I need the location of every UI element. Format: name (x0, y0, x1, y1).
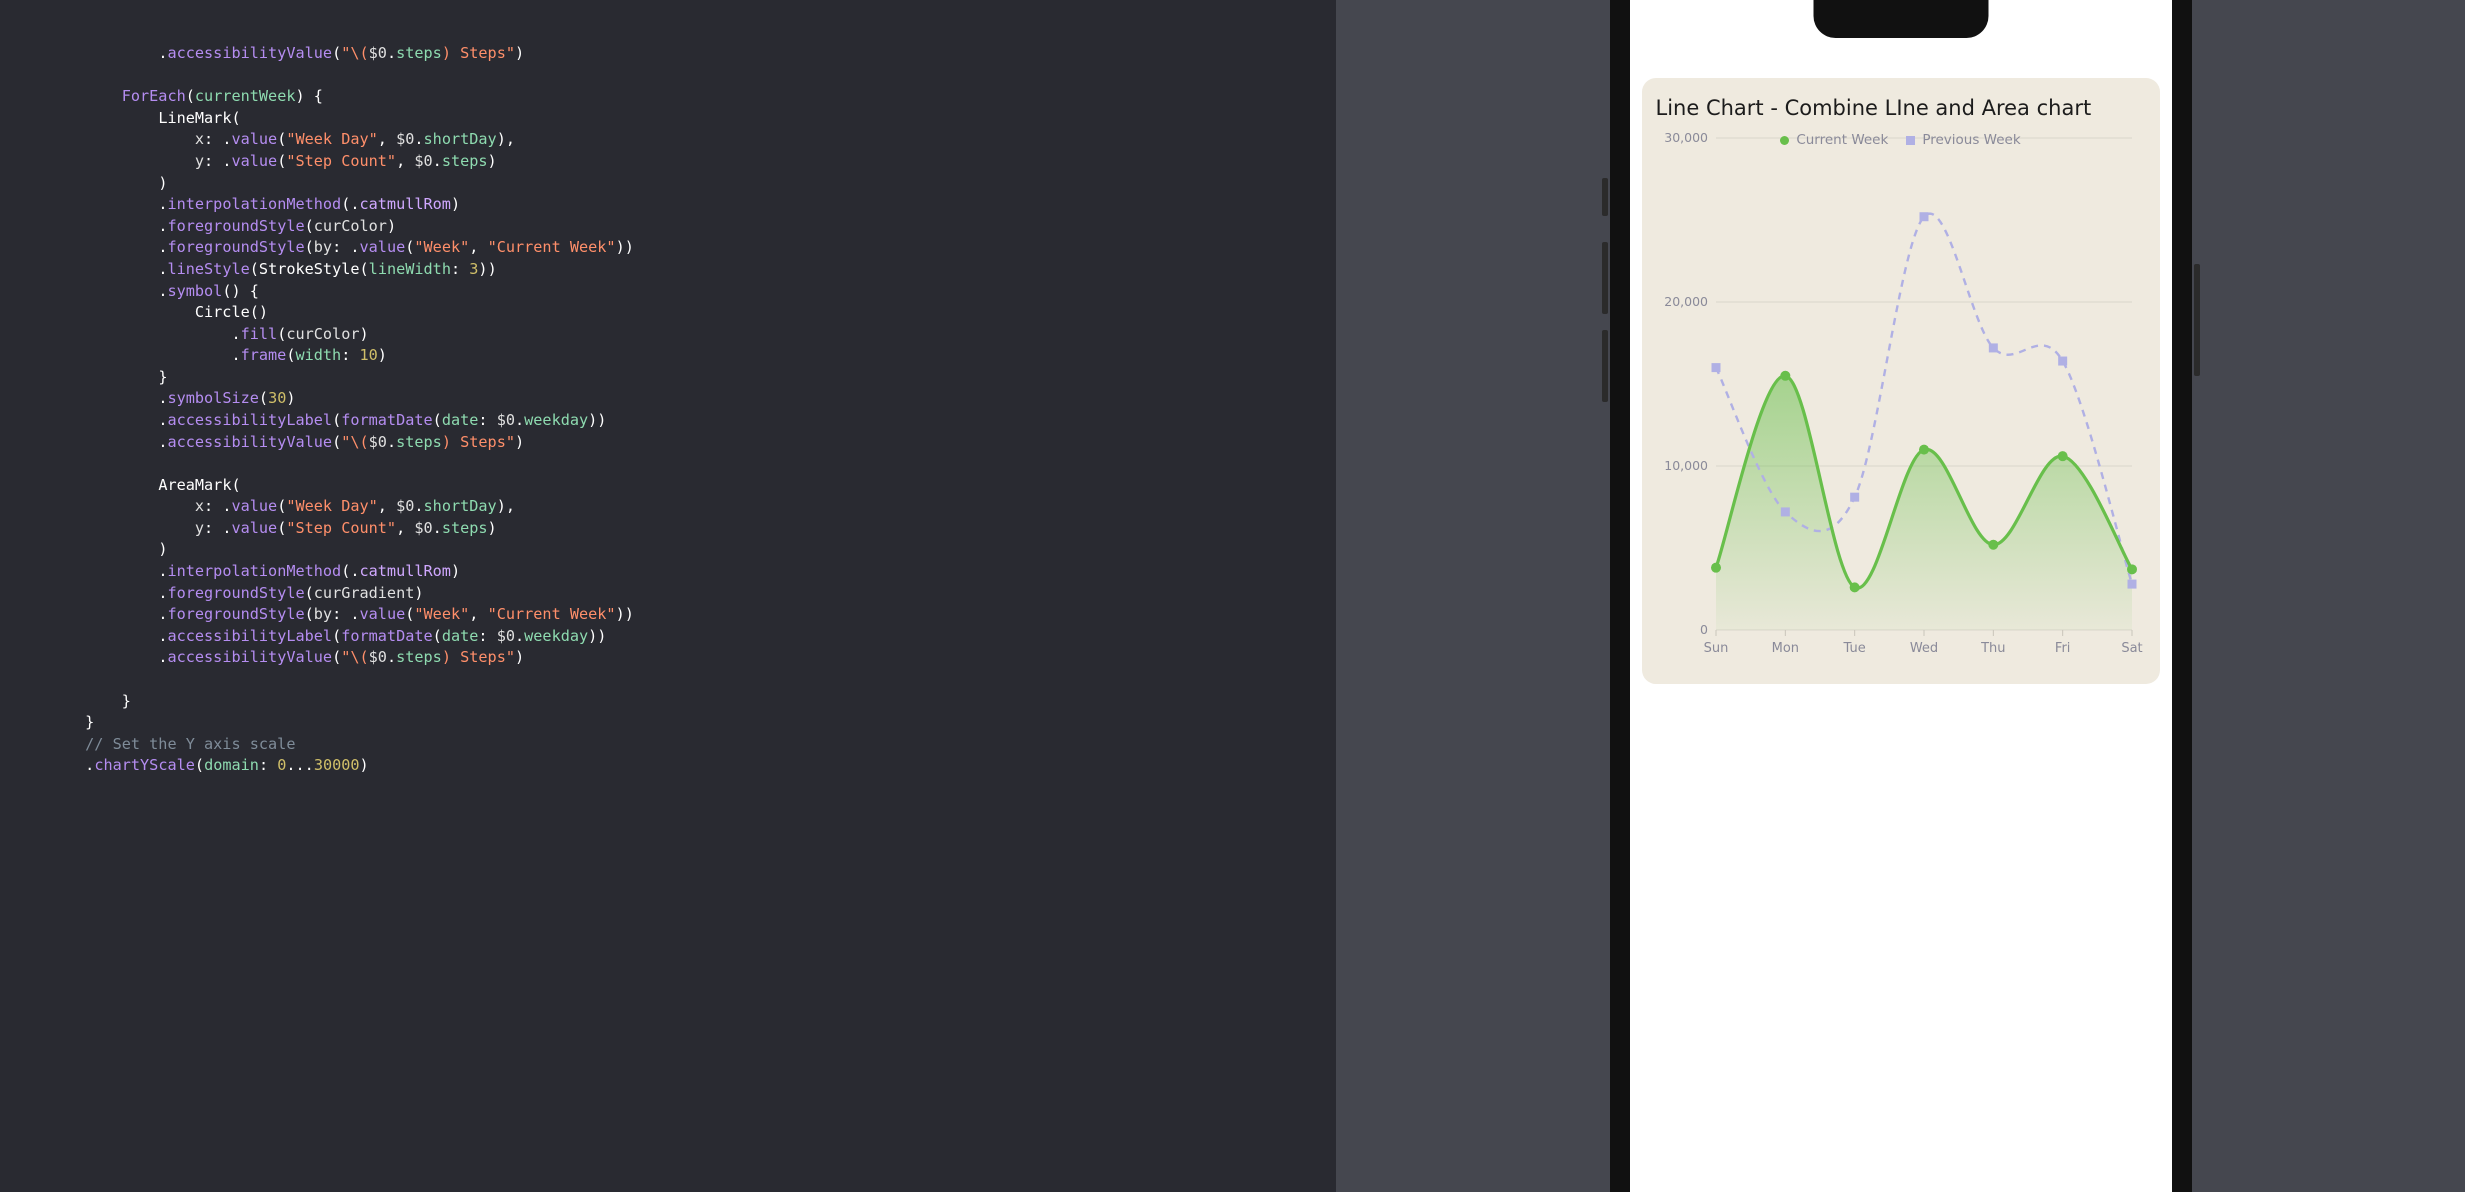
notch-icon (1813, 0, 1988, 38)
legend-item: Current Week (1780, 132, 1888, 148)
power-button-icon (2194, 264, 2200, 376)
previous-week-point (1711, 363, 1720, 372)
previous-week-point (1850, 493, 1859, 502)
code-editor[interactable]: .accessibilityValue("\($0.steps) Steps")… (0, 0, 1336, 1192)
svg-text:Thu: Thu (1980, 641, 2005, 656)
legend: Current Week Previous Week (1656, 132, 2146, 148)
svg-text:0: 0 (1700, 622, 1708, 637)
current-week-point (1919, 445, 1929, 455)
current-week-point (2127, 564, 2137, 574)
chart-svg: 010,00020,00030,000SunMonTueWedThuFriSat (1656, 128, 2146, 668)
svg-text:Wed: Wed (1909, 641, 1937, 656)
current-week-point (2057, 451, 2067, 461)
volume-down-icon (1602, 330, 1608, 402)
previous-week-point (1988, 343, 1997, 352)
iphone-frame: Line Chart - Combine LIne and Area chart… (1610, 0, 2192, 1192)
previous-week-point (2058, 357, 2067, 366)
current-week-point (1849, 582, 1859, 592)
x-tick: Thu (1980, 630, 2005, 656)
volume-up-icon (1602, 242, 1608, 314)
x-tick: Wed (1909, 630, 1937, 656)
previous-week-point (1919, 212, 1928, 221)
x-tick: Fri (2054, 630, 2070, 656)
svg-text:Mon: Mon (1771, 641, 1798, 656)
chart: Current WeekPrevious Week 010,00020,0003… (1656, 128, 2146, 668)
svg-text:10,000: 10,000 (1664, 458, 1708, 473)
current-week-point (1711, 563, 1721, 573)
card-title: Line Chart - Combine LIne and Area chart (1656, 96, 2146, 120)
current-week-point (1988, 540, 1998, 550)
previous-week-point (1780, 507, 1789, 516)
circle-marker-icon (1780, 136, 1789, 145)
x-tick: Mon (1771, 630, 1798, 656)
x-tick: Sat (2121, 630, 2142, 656)
chart-card: Line Chart - Combine LIne and Area chart… (1642, 78, 2160, 684)
svg-text:Sat: Sat (2121, 641, 2142, 656)
svg-text:Sun: Sun (1703, 641, 1728, 656)
x-tick: Tue (1842, 630, 1865, 656)
svg-text:Fri: Fri (2054, 641, 2070, 656)
simulator-pane: Line Chart - Combine LIne and Area chart… (1336, 0, 2465, 1192)
previous-week-point (2127, 580, 2136, 589)
square-marker-icon (1906, 136, 1915, 145)
legend-label: Previous Week (1922, 132, 2020, 148)
code-content: .accessibilityValue("\($0.steps) Steps")… (0, 43, 1336, 777)
svg-text:20,000: 20,000 (1664, 294, 1708, 309)
legend-item: Previous Week (1906, 132, 2020, 148)
legend-label: Current Week (1796, 132, 1888, 148)
svg-text:Tue: Tue (1842, 641, 1865, 656)
current-week-point (1780, 371, 1790, 381)
mute-switch-icon (1602, 178, 1608, 216)
